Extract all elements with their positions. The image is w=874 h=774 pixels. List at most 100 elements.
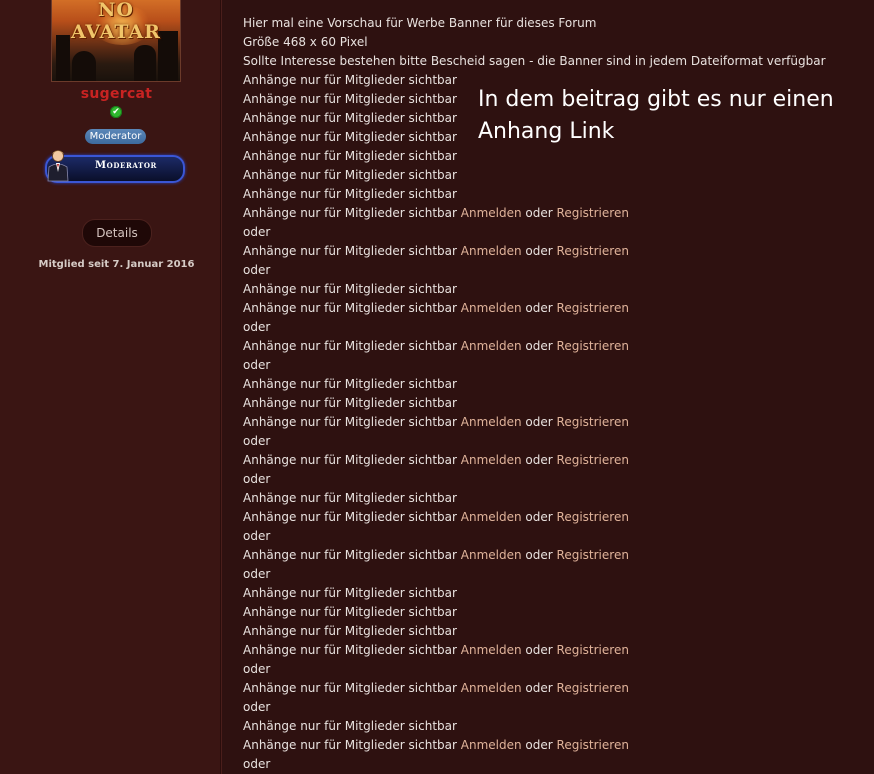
- attachment-restricted-text: Anhänge nur für Mitglieder sichtbar: [243, 111, 457, 125]
- or-text: oder: [525, 339, 553, 353]
- or-text: oder: [525, 244, 553, 258]
- user-avatar[interactable]: NO AVATAR: [51, 0, 181, 82]
- login-link[interactable]: Anmelden: [461, 301, 522, 315]
- attachment-restricted-text: Anhänge nur für Mitglieder sichtbar: [243, 643, 457, 657]
- details-button[interactable]: Details: [82, 219, 152, 247]
- attachment-restricted-text: Anhänge nur für Mitglieder sichtbar: [243, 738, 457, 752]
- register-link[interactable]: Registrieren: [557, 681, 629, 695]
- attachment-line: Anhänge nur für Mitglieder sichtbar: [243, 489, 863, 508]
- login-link[interactable]: Anmelden: [461, 643, 522, 657]
- or-text: oder: [525, 415, 553, 429]
- attachment-line: Anhänge nur für Mitglieder sichtbar: [243, 147, 863, 166]
- annotation-line-2: Anhang Link: [478, 119, 615, 144]
- attachment-restricted-text: Anhänge nur für Mitglieder sichtbar: [243, 301, 457, 315]
- or-separator-line: oder: [243, 529, 271, 543]
- or-text: oder: [525, 453, 553, 467]
- attachment-line: Anhänge nur für Mitglieder sichtbar Anme…: [243, 679, 863, 698]
- login-link[interactable]: Anmelden: [461, 681, 522, 695]
- register-link[interactable]: Registrieren: [557, 453, 629, 467]
- attachment-restricted-text: Anhänge nur für Mitglieder sichtbar: [243, 396, 457, 410]
- avatar-placeholder-text: NO AVATAR: [71, 0, 161, 43]
- attachment-restricted-text: Anhänge nur für Mitglieder sichtbar: [243, 453, 457, 467]
- login-link[interactable]: Anmelden: [461, 206, 522, 220]
- attachment-restricted-text: Anhänge nur für Mitglieder sichtbar: [243, 586, 457, 600]
- attachment-line: Anhänge nur für Mitglieder sichtbar: [243, 717, 863, 736]
- annotation-line-1: In dem beitrag gibt es nur einen: [478, 87, 834, 112]
- attachment-line: Anhänge nur für Mitglieder sichtbar Anme…: [243, 736, 863, 755]
- attachment-restricted-text: Anhänge nur für Mitglieder sichtbar: [243, 187, 457, 201]
- or-text: oder: [525, 510, 553, 524]
- or-separator-line: oder: [243, 567, 271, 581]
- attachment-restricted-text: Anhänge nur für Mitglieder sichtbar: [243, 73, 457, 87]
- group-badge: Moderator: [85, 129, 146, 144]
- or-separator-line: oder: [243, 263, 271, 277]
- or-separator-line: oder: [243, 700, 271, 714]
- register-link[interactable]: Registrieren: [557, 415, 629, 429]
- or-separator-line: oder: [243, 434, 271, 448]
- login-link[interactable]: Anmelden: [461, 339, 522, 353]
- login-link[interactable]: Anmelden: [461, 453, 522, 467]
- attachment-line: Anhänge nur für Mitglieder sichtbar: [243, 280, 863, 299]
- register-link[interactable]: Registrieren: [557, 548, 629, 562]
- register-link[interactable]: Registrieren: [557, 738, 629, 752]
- attachment-line: Anhänge nur für Mitglieder sichtbar: [243, 375, 863, 394]
- attachment-restricted-text: Anhänge nur für Mitglieder sichtbar: [243, 92, 457, 106]
- register-link[interactable]: Registrieren: [557, 510, 629, 524]
- login-link[interactable]: Anmelden: [461, 415, 522, 429]
- attachment-line: Anhänge nur für Mitglieder sichtbar Anme…: [243, 242, 863, 261]
- or-separator-line: oder: [243, 320, 271, 334]
- moderator-rank-image: Moderator: [43, 150, 185, 183]
- attachment-restricted-text: Anhänge nur für Mitglieder sichtbar: [243, 510, 457, 524]
- attachment-restricted-text: Anhänge nur für Mitglieder sichtbar: [243, 605, 457, 619]
- or-separator-line: oder: [243, 358, 271, 372]
- attachment-line: Anhänge nur für Mitglieder sichtbar: [243, 185, 863, 204]
- attachment-line: Anhänge nur für Mitglieder sichtbar: [243, 166, 863, 185]
- login-link[interactable]: Anmelden: [461, 738, 522, 752]
- rank-title: Moderator: [95, 160, 157, 171]
- attachment-restricted-text: Anhänge nur für Mitglieder sichtbar: [243, 149, 457, 163]
- attachment-line: Anhänge nur für Mitglieder sichtbar: [243, 394, 863, 413]
- login-link[interactable]: Anmelden: [461, 548, 522, 562]
- attachment-restricted-text: Anhänge nur für Mitglieder sichtbar: [243, 206, 457, 220]
- attachment-restricted-text: Anhänge nur für Mitglieder sichtbar: [243, 282, 457, 296]
- attachment-line: Anhänge nur für Mitglieder sichtbar Anme…: [243, 299, 863, 318]
- attachment-line: Anhänge nur für Mitglieder sichtbar: [243, 584, 863, 603]
- or-text: oder: [525, 681, 553, 695]
- attachment-line: Anhänge nur für Mitglieder sichtbar Anme…: [243, 546, 863, 565]
- register-link[interactable]: Registrieren: [557, 339, 629, 353]
- attachment-line: Anhänge nur für Mitglieder sichtbar: [243, 603, 863, 622]
- or-text: oder: [525, 643, 553, 657]
- or-text: oder: [525, 206, 553, 220]
- avatar-bush-silhouette: [72, 51, 96, 81]
- attachment-restricted-text: Anhänge nur für Mitglieder sichtbar: [243, 681, 457, 695]
- attachment-restricted-text: Anhänge nur für Mitglieder sichtbar: [243, 244, 457, 258]
- post-intro-line: Hier mal eine Vorschau für Werbe Banner …: [243, 16, 597, 30]
- forum-post-page: NO AVATAR sugercat ✔ Moderator Moderator…: [0, 0, 874, 774]
- attachment-list: Anhänge nur für Mitglieder sichtbar Anhän…: [243, 71, 863, 774]
- or-text: oder: [525, 738, 553, 752]
- post-author-sidebar: NO AVATAR sugercat ✔ Moderator Moderator…: [0, 0, 222, 774]
- member-since: Mitglied seit 7. Januar 2016: [38, 259, 195, 270]
- username[interactable]: sugercat: [0, 86, 233, 102]
- post-intro-line: Größe 468 x 60 Pixel: [243, 35, 368, 49]
- attachment-line: Anhänge nur für Mitglieder sichtbar Anme…: [243, 204, 863, 223]
- moderator-figure-icon: [47, 150, 69, 182]
- register-link[interactable]: Registrieren: [557, 643, 629, 657]
- or-text: oder: [525, 548, 553, 562]
- attachment-restricted-text: Anhänge nur für Mitglieder sichtbar: [243, 130, 457, 144]
- post-intro-line: Sollte Interesse bestehen bitte Bescheid…: [243, 54, 826, 68]
- login-link[interactable]: Anmelden: [461, 244, 522, 258]
- register-link[interactable]: Registrieren: [557, 206, 629, 220]
- register-link[interactable]: Registrieren: [557, 244, 629, 258]
- attachment-restricted-text: Anhänge nur für Mitglieder sichtbar: [243, 548, 457, 562]
- attachment-restricted-text: Anhänge nur für Mitglieder sichtbar: [243, 491, 457, 505]
- avatar-ruin-silhouette: [134, 45, 156, 81]
- attachment-line: Anhänge nur für Mitglieder sichtbar Anme…: [243, 508, 863, 527]
- or-separator-line: oder: [243, 757, 271, 771]
- register-link[interactable]: Registrieren: [557, 301, 629, 315]
- attachment-restricted-text: Anhänge nur für Mitglieder sichtbar: [243, 339, 457, 353]
- attachment-line: Anhänge nur für Mitglieder sichtbar Anme…: [243, 451, 863, 470]
- login-link[interactable]: Anmelden: [461, 510, 522, 524]
- or-separator-line: oder: [243, 225, 271, 239]
- attachment-line: Anhänge nur für Mitglieder sichtbar Anme…: [243, 337, 863, 356]
